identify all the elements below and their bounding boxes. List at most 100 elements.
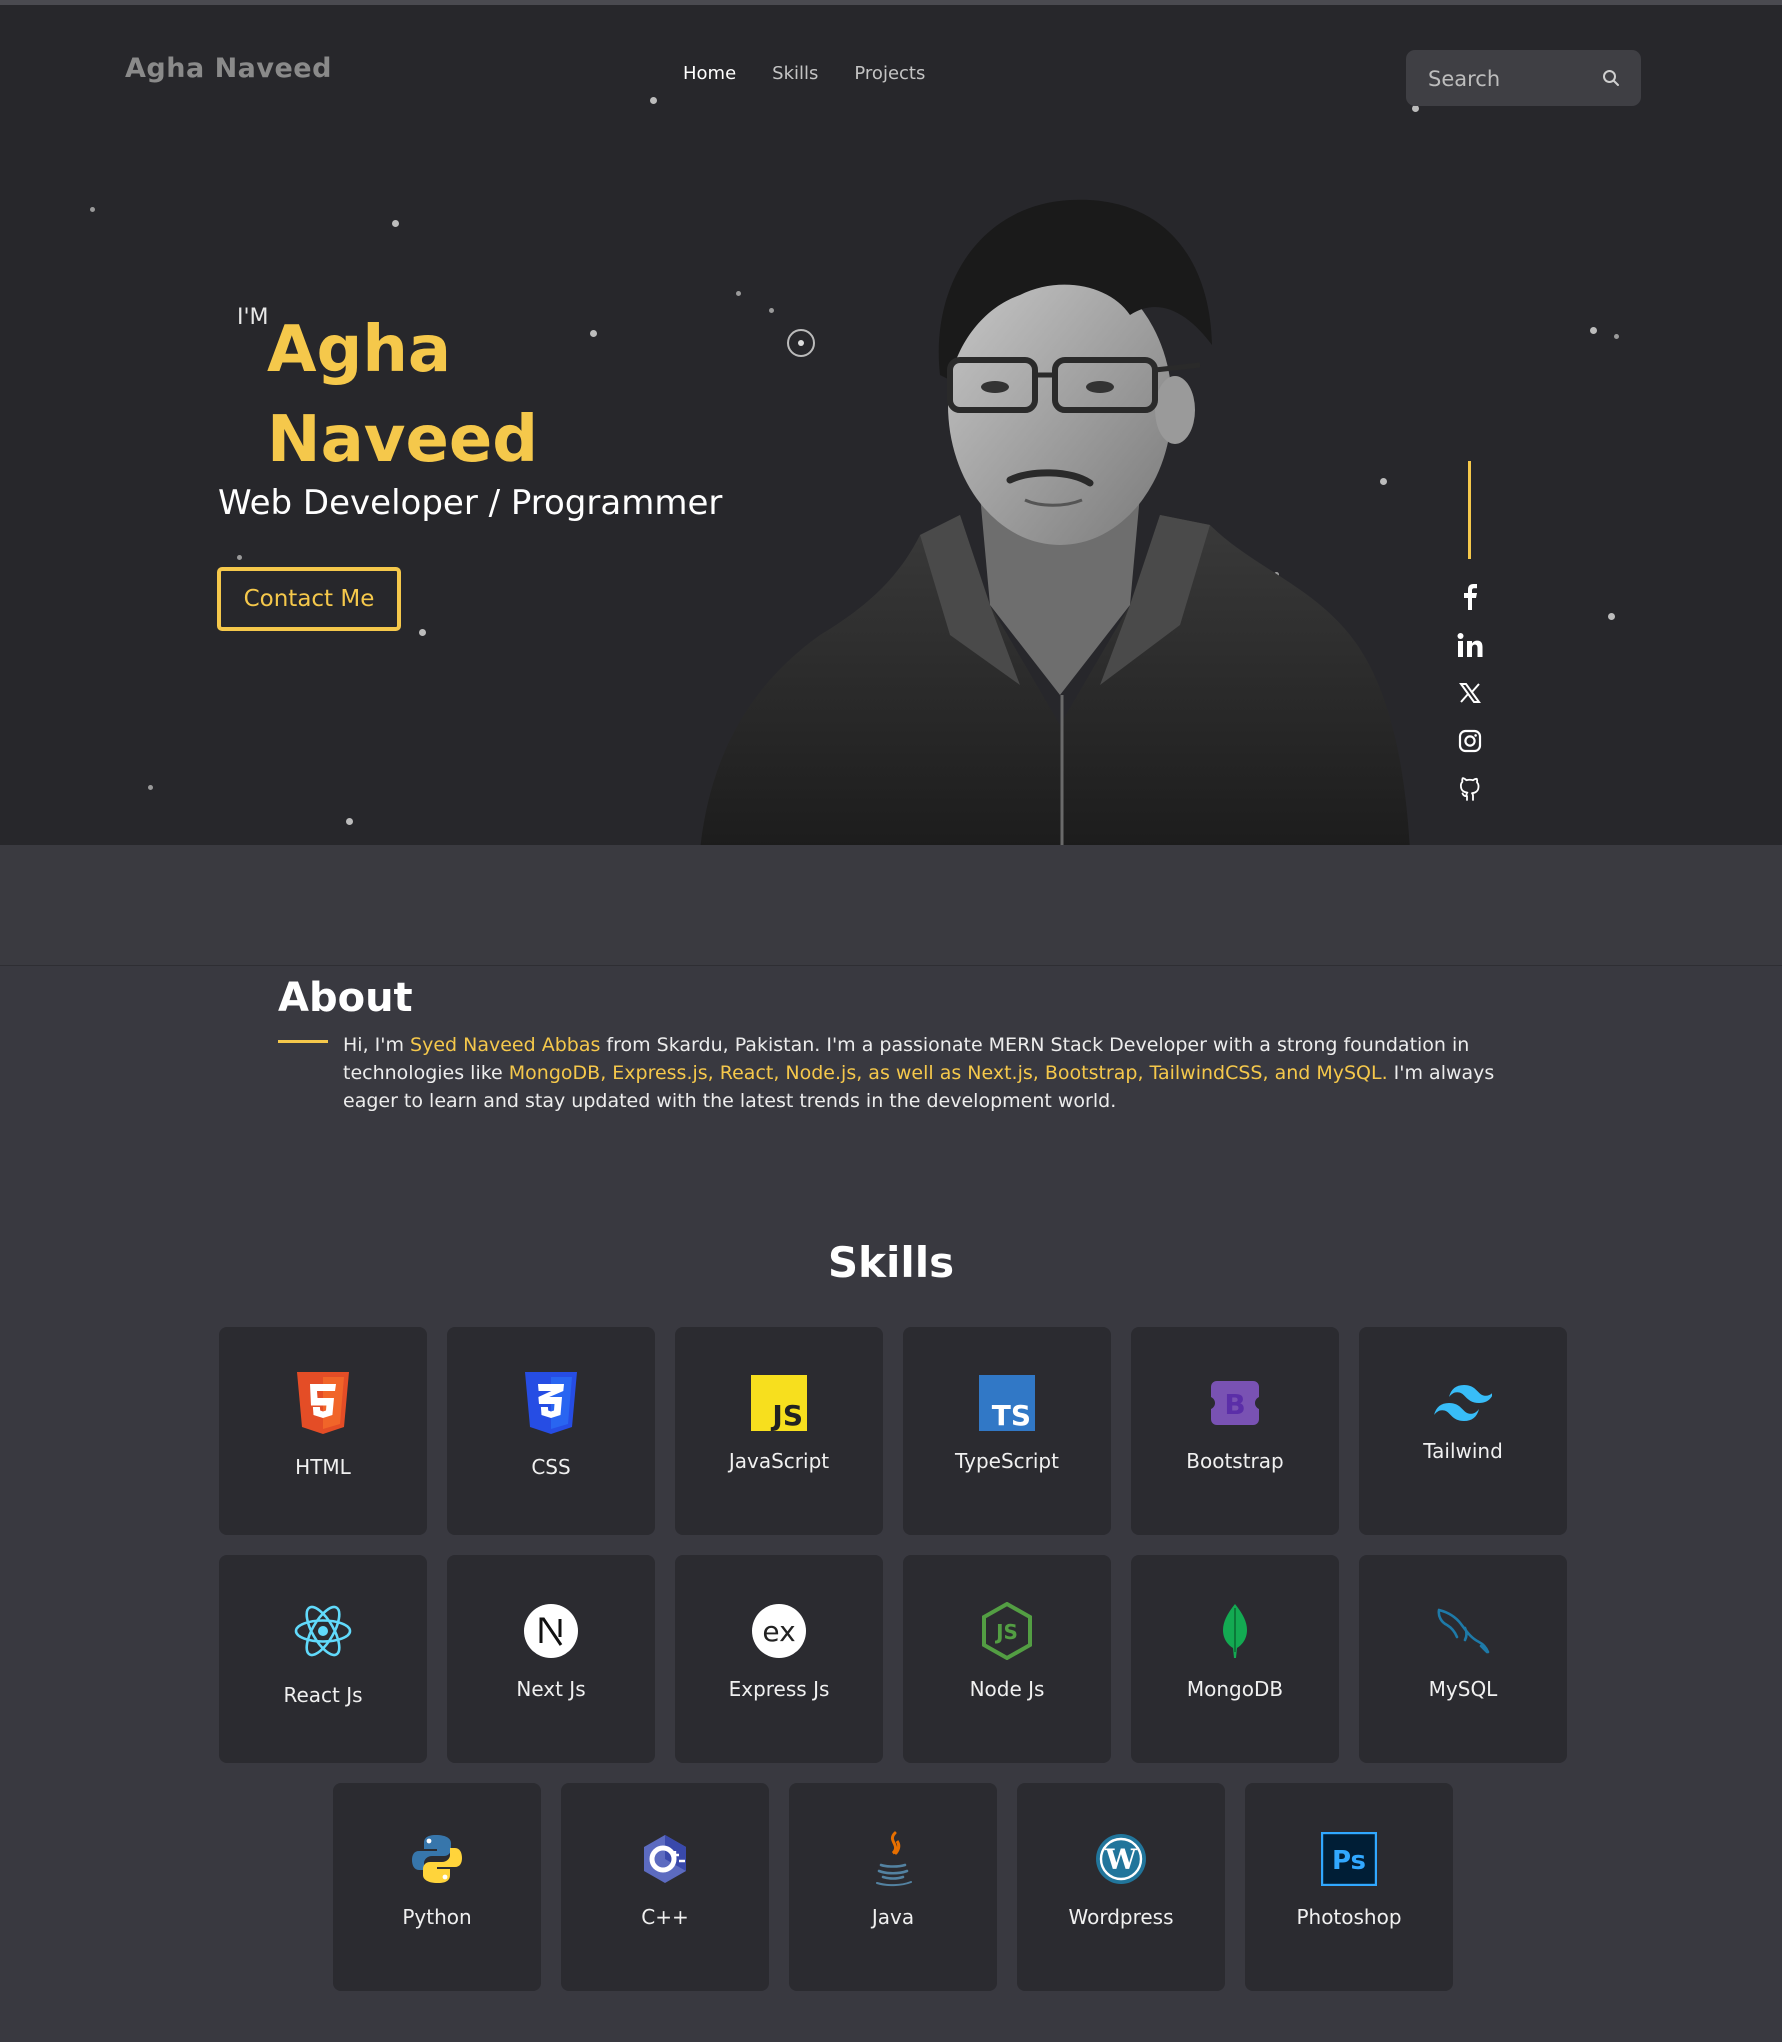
site-logo[interactable]: Agha Naveed: [125, 53, 332, 84]
skill-label: MySQL: [1428, 1677, 1498, 1701]
nav-projects[interactable]: Projects: [854, 63, 925, 84]
skill-label: Wordpress: [1068, 1905, 1174, 1929]
section-spacer: [0, 845, 1782, 966]
search-box: [1406, 50, 1641, 108]
skill-label: Tailwind: [1423, 1439, 1503, 1463]
javascript-icon: JS: [749, 1373, 809, 1433]
skill-card-nextjs[interactable]: Next Js: [447, 1555, 655, 1763]
skill-label: Node Js: [969, 1677, 1045, 1701]
skill-card-html[interactable]: HTML: [219, 1327, 427, 1535]
hero-name: Agha Naveed: [267, 305, 538, 485]
bootstrap-icon: B: [1205, 1373, 1265, 1433]
skill-card-mongodb[interactable]: MongoDB: [1131, 1555, 1339, 1763]
about-tech-highlight: MongoDB, Express.js, React, Node.js, as …: [508, 1062, 1388, 1084]
particle: [650, 97, 657, 104]
about-title: About: [278, 975, 413, 1021]
particle: [590, 330, 597, 337]
skill-card-java[interactable]: Java: [789, 1783, 997, 1991]
particle: [346, 818, 353, 825]
main-nav: Home Skills Projects: [683, 63, 925, 84]
mysql-icon: [1433, 1601, 1493, 1661]
nextjs-icon: [521, 1601, 581, 1661]
svg-text:TS: TS: [992, 1399, 1031, 1431]
svg-text:ex: ex: [762, 1615, 795, 1648]
about-text: Hi, I'm Syed Naveed Abbas from Skardu, P…: [343, 1031, 1523, 1115]
github-icon[interactable]: [1456, 775, 1484, 803]
particle: [1412, 105, 1419, 112]
skill-label: Python: [402, 1905, 472, 1929]
skill-card-nodejs[interactable]: JS Node Js: [903, 1555, 1111, 1763]
skill-card-mysql[interactable]: MySQL: [1359, 1555, 1567, 1763]
wordpress-icon: W: [1091, 1829, 1151, 1889]
svg-text:Ps: Ps: [1332, 1846, 1366, 1876]
svg-text:JS: JS: [994, 1620, 1018, 1644]
tailwind-icon: [1433, 1373, 1493, 1433]
skill-label: MongoDB: [1186, 1677, 1284, 1701]
particle: [148, 785, 153, 790]
express-icon: ex: [749, 1601, 809, 1661]
css3-icon: [521, 1372, 581, 1434]
social-divider: [1468, 461, 1471, 559]
skill-card-javascript[interactable]: JS JavaScript: [675, 1327, 883, 1535]
typescript-icon: TS: [977, 1373, 1037, 1433]
particle: [1590, 327, 1597, 334]
skill-card-wordpress[interactable]: W Wordpress: [1017, 1783, 1225, 1991]
linkedin-icon[interactable]: [1456, 631, 1484, 659]
skill-card-python[interactable]: Python: [333, 1783, 541, 1991]
skill-card-typescript[interactable]: TS TypeScript: [903, 1327, 1111, 1535]
hero-role: Web Developer / Programmer: [218, 483, 723, 523]
facebook-icon[interactable]: [1456, 583, 1484, 611]
about-underline: [278, 1040, 328, 1043]
html5-icon: [293, 1372, 353, 1434]
svg-text:JS: JS: [770, 1399, 803, 1431]
skill-card-express[interactable]: ex Express Js: [675, 1555, 883, 1763]
skill-card-bootstrap[interactable]: B Bootstrap: [1131, 1327, 1339, 1535]
about-text-part: Hi, I'm: [343, 1034, 411, 1056]
skill-label: CSS: [531, 1455, 571, 1479]
skill-label: JavaScript: [728, 1449, 830, 1473]
skill-label: TypeScript: [955, 1449, 1059, 1473]
contact-me-button[interactable]: Contact Me: [217, 567, 401, 631]
x-icon[interactable]: [1456, 679, 1484, 707]
hero-section: Agha Naveed Home Skills Projects I'M Agh…: [0, 5, 1782, 845]
skill-card-css[interactable]: CSS: [447, 1327, 655, 1535]
skill-label: Photoshop: [1296, 1905, 1402, 1929]
search-icon[interactable]: [1601, 68, 1621, 88]
skill-label: Next Js: [516, 1677, 586, 1701]
nodejs-icon: JS: [977, 1601, 1037, 1661]
skills-title: Skills: [827, 1238, 955, 1287]
about-name-highlight: Syed Naveed Abbas: [410, 1034, 601, 1056]
skill-card-tailwind[interactable]: Tailwind: [1359, 1327, 1567, 1535]
skill-label: React Js: [283, 1683, 363, 1707]
svg-text:B: B: [1224, 1388, 1245, 1421]
particle: [237, 555, 242, 560]
skill-card-react[interactable]: React Js: [219, 1555, 427, 1763]
skill-label: HTML: [295, 1455, 351, 1479]
particle: [419, 629, 426, 636]
svg-text:W: W: [1104, 1843, 1137, 1876]
skill-card-cplusplus[interactable]: C++: [561, 1783, 769, 1991]
hero-intro: I'M: [237, 305, 269, 330]
instagram-icon[interactable]: [1456, 727, 1484, 755]
particle: [1608, 613, 1615, 620]
skill-label: Express Js: [728, 1677, 830, 1701]
particle: [392, 220, 399, 227]
particle: [90, 207, 95, 212]
photoshop-icon: Ps: [1319, 1829, 1379, 1889]
search-input[interactable]: [1426, 50, 1600, 108]
skill-label: Java: [871, 1905, 915, 1929]
particle: [1614, 334, 1619, 339]
python-icon: [407, 1829, 467, 1889]
skill-label: Bootstrap: [1186, 1449, 1284, 1473]
nav-home[interactable]: Home: [683, 63, 736, 84]
cplusplus-icon: [635, 1829, 695, 1889]
mongodb-icon: [1205, 1601, 1265, 1661]
java-icon: [863, 1829, 923, 1889]
nav-skills[interactable]: Skills: [772, 63, 818, 84]
hero-first-name: Agha: [267, 313, 452, 387]
profile-photo: [700, 199, 1410, 845]
react-icon: [293, 1601, 353, 1661]
skill-label: C++: [641, 1905, 689, 1929]
hero-last-name: Naveed: [267, 403, 539, 477]
skill-card-photoshop[interactable]: Ps Photoshop: [1245, 1783, 1453, 1991]
